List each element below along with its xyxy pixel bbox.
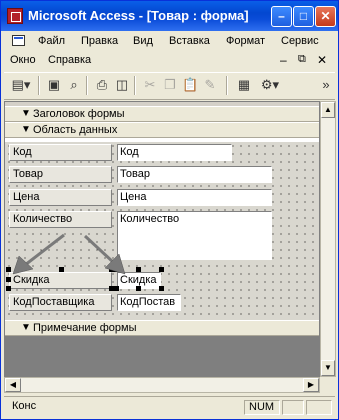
mdi-restore-icon[interactable]: ⧉ <box>298 53 306 66</box>
menu-insert[interactable]: Вставка <box>169 35 210 47</box>
print-preview-icon[interactable]: ◫ <box>114 77 130 93</box>
menu-bar: Файл Правка Вид Вставка Формат Сервис Ок… <box>4 32 335 70</box>
label-kolichestvo[interactable]: Количество <box>9 211 112 228</box>
pointer-arrow-left <box>12 233 65 275</box>
selection-handle[interactable] <box>136 267 141 272</box>
title-bar[interactable]: Microsoft Access - [Товар : форма] – □ ✕ <box>1 1 338 31</box>
status-cell <box>282 400 304 415</box>
field-kodpostav[interactable]: КодПостав <box>117 294 181 311</box>
toolbar-separator <box>134 76 136 95</box>
section-form-header[interactable]: ▼ Заголовок формы <box>5 106 319 122</box>
menu-window[interactable]: Окно <box>10 54 36 66</box>
menu-edit[interactable]: Правка <box>81 35 118 47</box>
selection-handle[interactable] <box>114 286 119 291</box>
pointer-arrow-right <box>83 234 126 275</box>
toolbar-separator <box>86 76 88 95</box>
label-kod[interactable]: Код <box>9 144 112 161</box>
status-num: NUM <box>244 400 280 415</box>
minimize-button[interactable]: – <box>271 6 292 27</box>
build-icon[interactable]: ⚙▾ <box>258 77 282 93</box>
mdi-close-icon[interactable]: ✕ <box>317 53 327 67</box>
selection-handle[interactable] <box>159 267 164 272</box>
selection-handle[interactable] <box>159 286 164 291</box>
menu-row-2: Окно Справка – ⧉ ✕ <box>4 51 335 70</box>
menu-format[interactable]: Формат <box>226 35 265 47</box>
detail-grid[interactable]: Код Код Товар Товар Цена Цена Количество… <box>5 142 319 342</box>
access-app-icon[interactable] <box>7 8 23 24</box>
field-tovar[interactable]: Товар <box>117 166 272 183</box>
status-text: Конс <box>12 400 37 412</box>
selection-handle[interactable] <box>6 286 11 291</box>
scroll-down-icon[interactable]: ▼ <box>321 360 335 376</box>
selection-handle[interactable] <box>136 286 141 291</box>
form-footer-area <box>5 336 319 376</box>
mdi-minimize-icon[interactable]: – <box>280 53 287 67</box>
paste-icon[interactable]: 📋 <box>182 77 198 93</box>
properties-icon[interactable]: ▦ <box>236 77 252 93</box>
section-footer-label: Примечание формы <box>33 322 137 334</box>
label-cena[interactable]: Цена <box>9 189 112 206</box>
toolbar-overflow-icon[interactable]: » <box>320 77 332 93</box>
status-cell <box>306 400 332 415</box>
form-window-icon[interactable] <box>12 35 25 46</box>
status-bar: Конс NUM <box>4 396 335 417</box>
section-detail[interactable]: ▼ Область данных <box>5 122 319 138</box>
cut-icon[interactable]: ✂ <box>142 77 158 93</box>
copy-icon[interactable]: ❐ <box>162 77 178 93</box>
menu-view[interactable]: Вид <box>133 35 153 47</box>
section-detail-label: Область данных <box>33 124 118 136</box>
format-painter-icon[interactable]: ✎ <box>202 77 218 93</box>
label-kodpostavshchika[interactable]: КодПоставщика <box>9 294 112 311</box>
section-arrow-icon: ▼ <box>21 124 31 135</box>
section-header-label: Заголовок формы <box>33 108 125 120</box>
print-icon[interactable]: ⎙ <box>94 77 110 93</box>
form-design-toolbar: ▤▾ ▣ ⌕ ⎙ ◫ ✂ ❐ 📋 ✎ ▦ ⚙▾ » <box>4 72 335 100</box>
close-button[interactable]: ✕ <box>315 6 336 27</box>
window-title: Microsoft Access - [Товар : форма] <box>28 8 249 23</box>
scroll-right-icon[interactable]: ▶ <box>303 378 319 392</box>
field-kolichestvo[interactable]: Количество <box>117 211 272 260</box>
toolbar-separator <box>226 76 228 95</box>
vertical-scrollbar[interactable]: ▲ ▼ <box>320 101 336 377</box>
section-arrow-icon: ▼ <box>21 322 31 333</box>
menu-tools[interactable]: Сервис <box>281 35 319 47</box>
scrollbar-corner <box>320 377 336 393</box>
selection-handle[interactable] <box>6 277 11 282</box>
section-form-footer[interactable]: ▼ Примечание формы <box>5 320 319 336</box>
save-icon[interactable]: ▣ <box>46 77 62 93</box>
form-view-icon[interactable]: ▤▾ <box>10 77 32 93</box>
label-tovar[interactable]: Товар <box>9 166 112 183</box>
access-window: Microsoft Access - [Товар : форма] – □ ✕… <box>0 0 339 420</box>
menu-row-1: Файл Правка Вид Вставка Формат Сервис <box>4 32 335 51</box>
search-icon[interactable]: ⌕ <box>66 77 82 93</box>
maximize-button[interactable]: □ <box>293 6 314 27</box>
section-arrow-icon: ▼ <box>21 108 31 119</box>
form-design-area: ▼ Заголовок формы ▼ Область данных Код К… <box>4 101 320 377</box>
toolbar-separator <box>38 76 40 95</box>
horizontal-scrollbar[interactable]: ◀ ▶ <box>4 377 320 393</box>
scroll-left-icon[interactable]: ◀ <box>5 378 21 392</box>
field-cena[interactable]: Цена <box>117 189 272 206</box>
menu-file[interactable]: Файл <box>38 35 65 47</box>
field-kod[interactable]: Код <box>117 144 232 161</box>
scroll-up-icon[interactable]: ▲ <box>321 102 335 118</box>
menu-help[interactable]: Справка <box>48 54 91 66</box>
